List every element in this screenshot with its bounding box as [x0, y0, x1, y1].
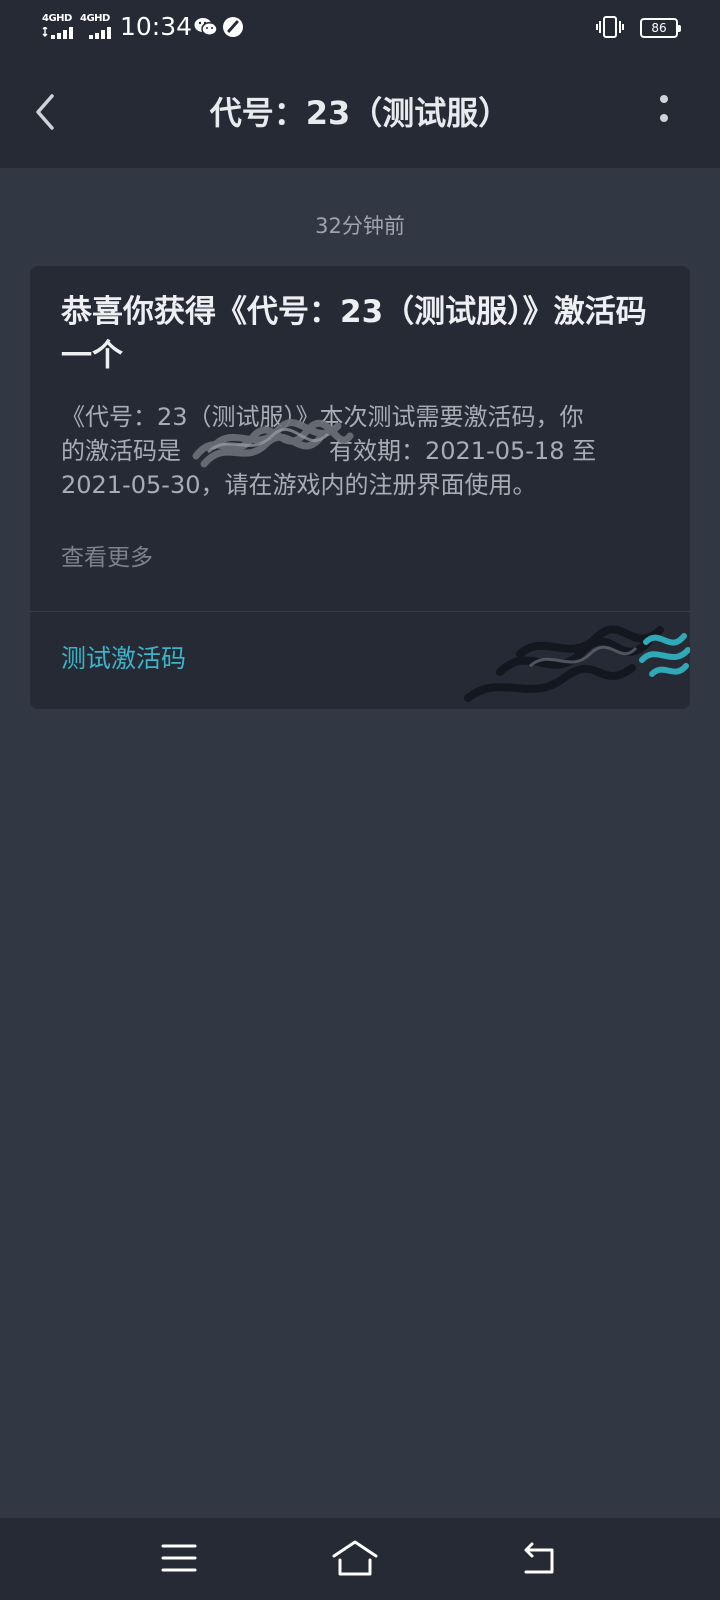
message-title: 恭喜你获得《代号：23（测试服）》激活码一个	[61, 294, 647, 374]
message-body: 《代号：23（测试服）》本次测试需要激活码，你 的激活码是 有效期：2021-05…	[61, 400, 661, 502]
status-bar: 4GHD 4GHD 10:34 86	[0, 0, 720, 56]
network-type-label-2: 4GHD	[80, 13, 110, 24]
view-more-link[interactable]: 查看更多	[61, 543, 153, 573]
message-card[interactable]: 恭喜你获得《代号：23（测试服）》激活码一个 《代号：23（测试服）》本次测试需…	[30, 266, 690, 709]
message-body-line-2-prefix: 的激活码是	[61, 437, 181, 465]
signal-bars-icon	[89, 27, 111, 39]
page-title: 代号：23（测试服）	[209, 94, 511, 132]
battery-icon: 86	[640, 18, 681, 38]
message-body-line-2: 的激活码是 有效期：2021-05-18 至	[61, 434, 661, 468]
network-indicator-2: 4GHD	[80, 14, 116, 40]
signal-bars-icon	[42, 27, 73, 39]
wechat-icon	[194, 18, 218, 36]
home-icon[interactable]	[330, 1538, 380, 1578]
top-app-bar: 4GHD 4GHD 10:34 86 代号：23（测试服）	[0, 0, 720, 168]
message-timestamp: 32分钟前	[315, 214, 405, 238]
clock: 10:34	[120, 12, 193, 41]
speed-icon	[223, 17, 243, 37]
message-body-line-3: 2021-05-30，请在游戏内的注册界面使用。	[61, 471, 537, 499]
system-navigation-bar	[0, 1518, 720, 1600]
redaction-scribble	[464, 625, 690, 702]
message-body-line-2-suffix: 有效期：2021-05-18 至	[329, 437, 597, 465]
card-divider	[30, 611, 690, 612]
menu-icon[interactable]	[159, 1538, 199, 1578]
back-icon[interactable]	[518, 1538, 558, 1578]
network-indicator-1: 4GHD	[42, 14, 78, 40]
message-body-line-1: 《代号：23（测试服）》本次测试需要激活码，你	[61, 403, 584, 431]
vibrate-icon	[596, 16, 624, 38]
chevron-left-icon[interactable]	[30, 92, 60, 132]
test-activation-code-link[interactable]: 测试激活码	[61, 642, 186, 676]
more-vertical-icon[interactable]	[656, 92, 672, 132]
network-type-label-1: 4GHD	[42, 13, 72, 24]
